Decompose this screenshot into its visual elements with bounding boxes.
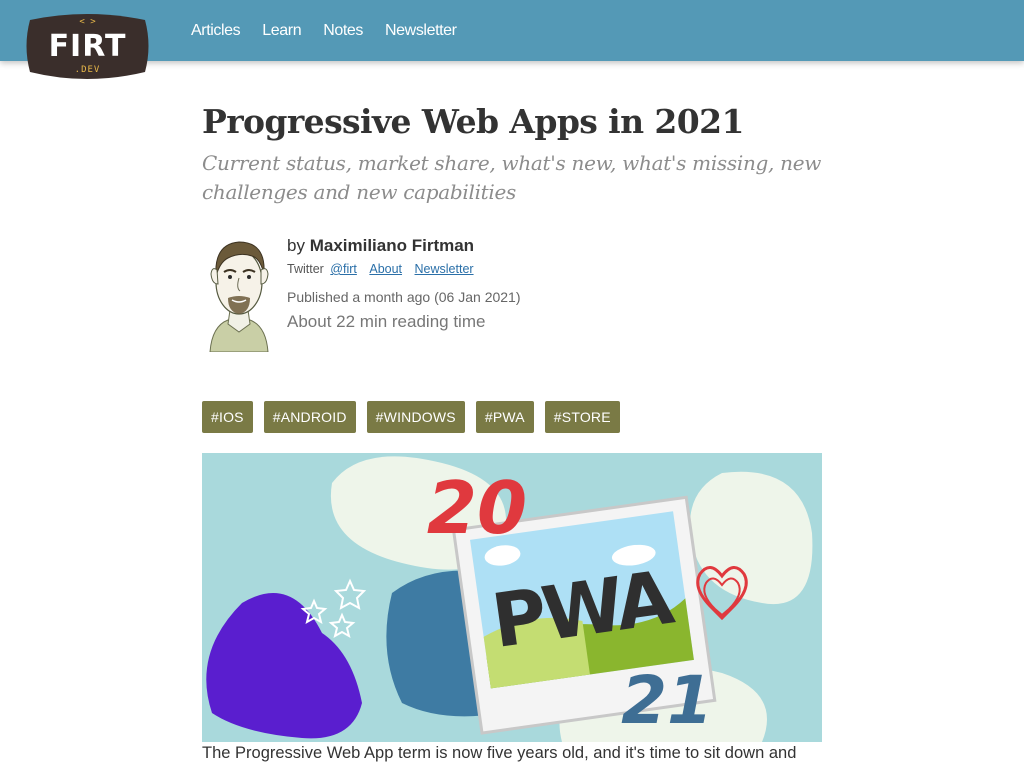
nav-notes[interactable]: Notes — [323, 22, 363, 40]
logo-code-mark: < > — [79, 17, 96, 27]
logo-text: FIRT — [49, 29, 127, 64]
tag-pwa[interactable]: #PWA — [475, 401, 534, 433]
nav-learn[interactable]: Learn — [262, 22, 301, 40]
author-byline: by Maximiliano Firtman — [287, 236, 521, 256]
author-links: Twitter @firt About Newsletter — [287, 262, 521, 276]
tag-android[interactable]: #ANDROID — [263, 401, 356, 433]
published-date: Published a month ago (06 Jan 2021) — [287, 289, 521, 305]
article-title: Progressive Web Apps in 2021 — [202, 102, 744, 141]
top-navigation-bar: Articles Learn Notes Newsletter — [0, 0, 1024, 61]
tag-ios[interactable]: #IOS — [202, 401, 253, 433]
newsletter-link[interactable]: Newsletter — [415, 262, 474, 276]
tag-windows[interactable]: #WINDOWS — [366, 401, 465, 433]
hero-number-bottom: 21 — [621, 662, 713, 739]
nav-newsletter[interactable]: Newsletter — [385, 22, 457, 40]
twitter-handle-link[interactable]: @firt — [330, 262, 357, 276]
hero-number-top: 20 — [427, 466, 527, 550]
author-name[interactable]: Maximiliano Firtman — [310, 236, 474, 255]
about-link[interactable]: About — [369, 262, 402, 276]
author-avatar — [206, 236, 272, 353]
twitter-label: Twitter — [287, 262, 324, 276]
tag-store[interactable]: #STORE — [544, 401, 620, 433]
nav-articles[interactable]: Articles — [191, 22, 241, 40]
main-nav: Articles Learn Notes Newsletter — [191, 0, 479, 61]
author-info: by Maximiliano Firtman Twitter @firt Abo… — [287, 236, 521, 332]
tag-list: #IOS #ANDROID #WINDOWS #PWA #STORE — [202, 401, 631, 433]
article-intro: The Progressive Web App term is now five… — [202, 744, 797, 762]
author-by-label: by — [287, 236, 305, 255]
article-subtitle: Current status, market share, what's new… — [202, 151, 822, 204]
site-logo[interactable]: < > FIRT .DEV — [24, 10, 151, 82]
reading-time: About 22 min reading time — [287, 312, 486, 331]
logo-subtext: .DEV — [75, 65, 101, 75]
hero-image: PWA 20 21 — [202, 453, 822, 742]
